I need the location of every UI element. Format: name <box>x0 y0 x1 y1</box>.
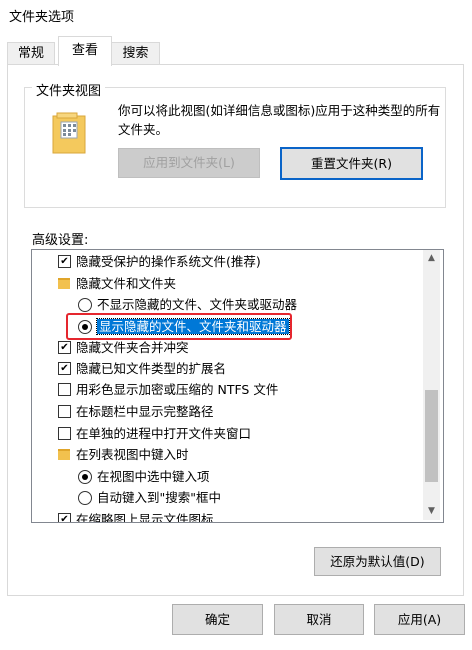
folder-icon <box>58 449 70 460</box>
list-item-label: 不显示隐藏的文件、文件夹或驱动器 <box>97 297 298 312</box>
tab-general[interactable]: 常规 <box>7 42 55 65</box>
window-title: 文件夹选项 <box>9 10 75 25</box>
list-item-label: 隐藏文件夹合并冲突 <box>76 340 189 355</box>
apply-button[interactable]: 应用(A) <box>374 604 465 635</box>
list-item[interactable]: 不显示隐藏的文件、文件夹或驱动器 <box>78 294 297 316</box>
list-item[interactable]: 在视图中选中键入项 <box>78 466 210 488</box>
list-item[interactable]: 自动键入到"搜索"框中 <box>78 487 221 509</box>
list-item-label: 在视图中选中键入项 <box>97 469 210 484</box>
scroll-down-icon[interactable]: ▼ <box>423 503 440 520</box>
list-item-label: 隐藏已知文件类型的扩展名 <box>76 361 227 376</box>
list-item-label: 用彩色显示加密或压缩的 NTFS 文件 <box>76 382 279 397</box>
advanced-settings-label: 高级设置: <box>32 233 89 248</box>
cancel-button[interactable]: 取消 <box>274 604 364 635</box>
folder-icon <box>58 278 70 289</box>
list-item-label: 在标题栏中显示完整路径 <box>76 404 214 419</box>
scroll-up-icon[interactable]: ▲ <box>423 250 440 267</box>
checkbox-checked-icon[interactable]: ✔ <box>58 341 71 354</box>
folder-views-legend: 文件夹视图 <box>32 80 106 99</box>
radio-selected-icon[interactable] <box>78 319 92 334</box>
checkbox-checked-icon[interactable]: ✔ <box>58 255 71 268</box>
apply-to-folders-button[interactable]: 应用到文件夹(L) <box>118 148 260 178</box>
radio-unselected-icon[interactable] <box>78 490 92 505</box>
radio-selected-icon[interactable] <box>78 469 92 484</box>
list-item-label: 在缩略图上显示文件图标 <box>76 512 214 523</box>
list-item-selected[interactable]: 显示隐藏的文件、文件夹和驱动器 <box>78 316 290 338</box>
radio-unselected-icon[interactable] <box>78 297 92 312</box>
list-item[interactable]: 在单独的进程中打开文件夹窗口 <box>58 423 251 445</box>
list-item[interactable]: 用彩色显示加密或压缩的 NTFS 文件 <box>58 379 278 401</box>
reset-folders-button[interactable]: 重置文件夹(R) <box>280 147 423 180</box>
list-item[interactable]: 在列表视图中键入时 <box>58 444 189 466</box>
restore-defaults-button[interactable]: 还原为默认值(D) <box>314 547 441 576</box>
list-item-label: 在列表视图中键入时 <box>76 447 189 462</box>
list-item[interactable]: ✔ 隐藏已知文件类型的扩展名 <box>58 358 226 380</box>
list-item-label: 隐藏文件和文件夹 <box>76 276 177 291</box>
list-item[interactable]: 在标题栏中显示完整路径 <box>58 401 214 423</box>
list-item[interactable]: ✔ 隐藏文件夹合并冲突 <box>58 337 189 359</box>
list-item-label: 自动键入到"搜索"框中 <box>97 490 221 505</box>
advanced-settings-list[interactable]: ✔ 隐藏受保护的操作系统文件(推荐) 隐藏文件和文件夹 不显示隐藏的文件、文件夹或… <box>31 249 444 523</box>
checkbox-checked-icon[interactable]: ✔ <box>58 362 71 375</box>
checkbox-checked-icon[interactable]: ✔ <box>58 513 71 522</box>
tab-search[interactable]: 搜索 <box>111 42 160 65</box>
tab-view[interactable]: 查看 <box>58 36 112 66</box>
list-item-label: 隐藏受保护的操作系统文件(推荐) <box>76 254 261 269</box>
list-item-label: 显示隐藏的文件、文件夹和驱动器 <box>96 318 290 335</box>
folder-views-description: 你可以将此视图(如详细信息或图标)应用于这种类型的所有文件夹。 <box>118 103 441 137</box>
checkbox-unchecked-icon[interactable] <box>58 405 71 418</box>
list-item[interactable]: 隐藏文件和文件夹 <box>58 273 176 295</box>
checkbox-unchecked-icon[interactable] <box>58 427 71 440</box>
list-item-label: 在单独的进程中打开文件夹窗口 <box>76 426 252 441</box>
list-item[interactable]: ✔ 隐藏受保护的操作系统文件(推荐) <box>58 251 261 273</box>
list-item[interactable]: ✔ 在缩略图上显示文件图标 <box>58 509 214 523</box>
tab-bar: 常规 查看 搜索 <box>0 36 472 66</box>
ok-button[interactable]: 确定 <box>172 604 263 635</box>
folder-view-icon <box>52 112 86 154</box>
scrollbar-thumb[interactable] <box>425 390 438 482</box>
vertical-scrollbar[interactable]: ▲ ▼ <box>423 250 440 520</box>
checkbox-unchecked-icon[interactable] <box>58 383 71 396</box>
